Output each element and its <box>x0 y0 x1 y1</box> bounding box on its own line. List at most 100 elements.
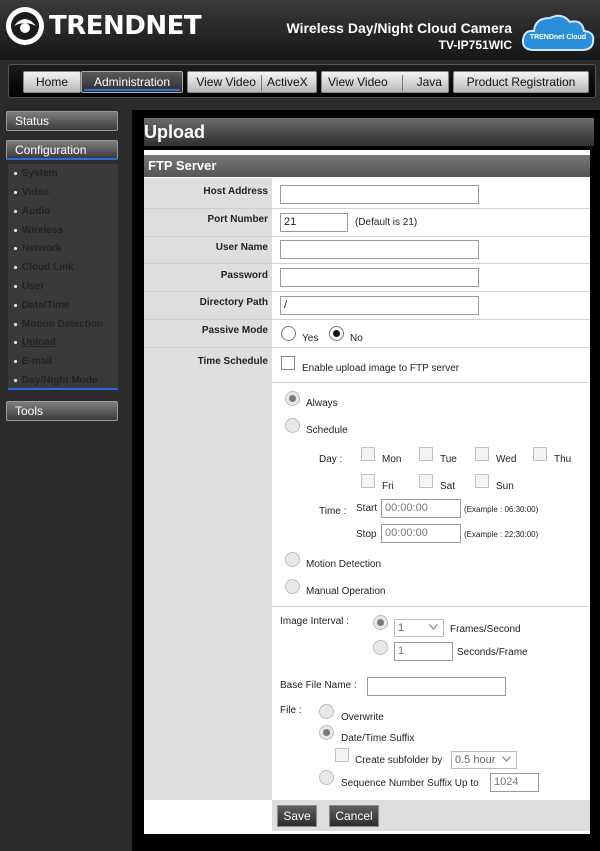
nav-separator <box>260 74 262 91</box>
passive-yes-label: Yes <box>302 333 319 344</box>
sidebar-item-upload[interactable]: Upload <box>14 337 56 348</box>
sidebar-status-label: Status <box>15 114 50 128</box>
base-file-name-label: Base File Name : <box>280 680 357 691</box>
seconds-per-frame-radio[interactable] <box>373 640 388 655</box>
sequence-limit-input[interactable]: 1024 <box>490 773 539 792</box>
sidebar-item-day-night-mode[interactable]: Day/Night Mode <box>14 375 98 386</box>
nav-home-label: Home <box>35 75 68 89</box>
day-thu-checkbox[interactable] <box>533 447 547 461</box>
day-mon-checkbox[interactable] <box>361 447 375 461</box>
day-sun-label: Sun <box>496 481 514 492</box>
overwrite-radio[interactable] <box>319 704 334 719</box>
sidebar-item-audio[interactable]: Audio <box>14 206 50 217</box>
start-label: Start <box>356 503 378 514</box>
sidebar-item-system[interactable]: System <box>14 168 58 179</box>
stop-example: (Example : 22:30:00) <box>464 530 539 539</box>
start-example: (Example : 06:30:00) <box>464 505 539 514</box>
motion-detection-radio[interactable] <box>285 552 300 567</box>
day-sun-checkbox[interactable] <box>475 474 489 488</box>
passive-yes-radio[interactable] <box>281 326 296 341</box>
day-tue-label: Tue <box>440 454 457 465</box>
cloud-badge-label: TRENDnet Cloud <box>529 34 587 41</box>
always-label: Always <box>306 398 338 409</box>
time-label: Time : <box>319 506 347 517</box>
action-bar: Save Cancel <box>272 800 590 831</box>
top-navigation: Home Administration View Video ActiveX Vi… <box>8 64 596 98</box>
sidebar-configuration-button[interactable]: Configuration <box>6 140 118 160</box>
enable-upload-checkbox[interactable] <box>281 356 295 370</box>
port-number-input[interactable]: 21 <box>280 213 348 232</box>
row-divider <box>272 606 590 607</box>
base-file-name-input[interactable] <box>367 677 506 696</box>
overwrite-label: Overwrite <box>341 712 384 723</box>
seconds-per-frame-input[interactable]: 1 <box>394 642 453 661</box>
nav-separator <box>401 74 403 91</box>
nav-product-registration-button[interactable]: Product Registration <box>453 71 589 93</box>
directory-path-input[interactable]: / <box>280 296 479 315</box>
frames-per-second-select[interactable]: 1 <box>394 619 444 637</box>
nav-home-button[interactable]: Home <box>23 71 81 93</box>
image-interval-label: Image Interval : <box>280 616 349 627</box>
day-tue-checkbox[interactable] <box>419 447 433 461</box>
sidebar-item-user[interactable]: User <box>14 281 44 292</box>
nav-view-video-activex-button[interactable]: View Video ActiveX <box>187 71 317 93</box>
host-address-label: Host Address <box>203 186 268 197</box>
cancel-button[interactable]: Cancel <box>329 805 379 827</box>
sidebar-tools-button[interactable]: Tools <box>6 401 118 421</box>
schedule-label: Schedule <box>306 425 348 436</box>
section-title-ftp-server: FTP Server <box>144 155 590 177</box>
nav-view-video-java-button[interactable]: View Video Java <box>321 71 449 93</box>
password-label: Password <box>220 270 268 281</box>
cloud-icon <box>521 14 595 51</box>
host-address-input[interactable] <box>280 185 479 204</box>
nav-product-registration-label: Product Registration <box>466 75 576 89</box>
day-sat-label: Sat <box>440 481 456 492</box>
create-subfolder-checkbox[interactable] <box>335 748 349 762</box>
sidebar-item-network[interactable]: Network <box>14 243 61 254</box>
sidebar-item-motion-detection[interactable]: Motion Detection <box>14 319 103 330</box>
user-name-input[interactable] <box>280 240 479 259</box>
always-radio[interactable] <box>285 391 300 406</box>
datetime-suffix-label: Date/Time Suffix <box>341 733 415 744</box>
frames-per-second-unit: Frames/Second <box>450 624 521 635</box>
day-sat-checkbox[interactable] <box>419 474 433 488</box>
frames-per-second-value: 1 <box>398 622 405 634</box>
subfolder-interval-select[interactable]: 0.5 hour <box>451 751 517 769</box>
cloud-badge[interactable]: TRENDnet Cloud <box>520 10 596 54</box>
sequence-suffix-label: Sequence Number Suffix Up to <box>341 778 479 789</box>
schedule-radio[interactable] <box>285 418 300 433</box>
password-input[interactable] <box>280 268 479 287</box>
bullet-icon <box>14 228 17 232</box>
bullet-icon <box>14 322 17 326</box>
user-name-label: User Name <box>215 242 268 253</box>
sidebar-item-wireless[interactable]: Wireless <box>14 225 63 236</box>
time-schedule-label: Time Schedule <box>197 356 268 367</box>
stop-time-input[interactable]: 00:00:00 <box>381 524 461 543</box>
port-default-note: (Default is 21) <box>355 217 418 228</box>
manual-operation-radio[interactable] <box>285 579 300 594</box>
bullet-icon <box>14 265 17 269</box>
sidebar-item-cloud-link[interactable]: Cloud Link <box>14 262 74 273</box>
brand-logo[interactable]: TRENDNET <box>5 5 202 47</box>
seconds-per-frame-unit: Seconds/Frame <box>457 647 528 658</box>
sidebar-item-email[interactable]: E-mail <box>14 356 52 367</box>
manual-operation-label: Manual Operation <box>306 586 386 597</box>
passive-no-radio[interactable] <box>329 326 344 341</box>
save-button[interactable]: Save <box>277 805 317 827</box>
nav-administration-label: Administration <box>93 75 171 89</box>
nav-administration-button[interactable]: Administration <box>81 71 183 93</box>
sidebar-status-button[interactable]: Status <box>6 111 118 131</box>
sidebar-item-video[interactable]: Video <box>14 187 49 198</box>
day-fri-checkbox[interactable] <box>361 474 375 488</box>
frames-per-second-radio[interactable] <box>373 615 388 630</box>
start-time-input[interactable]: 00:00:00 <box>381 499 461 518</box>
brand-name: TRENDNET <box>49 11 202 41</box>
nav-view-video-java-label: View Video <box>328 75 388 89</box>
sequence-suffix-radio[interactable] <box>319 770 334 785</box>
day-wed-checkbox[interactable] <box>475 447 489 461</box>
datetime-suffix-radio[interactable] <box>319 725 334 740</box>
row-divider <box>144 291 590 292</box>
day-label: Day : <box>319 454 343 465</box>
bullet-icon <box>14 190 17 194</box>
sidebar-item-date-time[interactable]: Date/Time <box>14 300 70 311</box>
